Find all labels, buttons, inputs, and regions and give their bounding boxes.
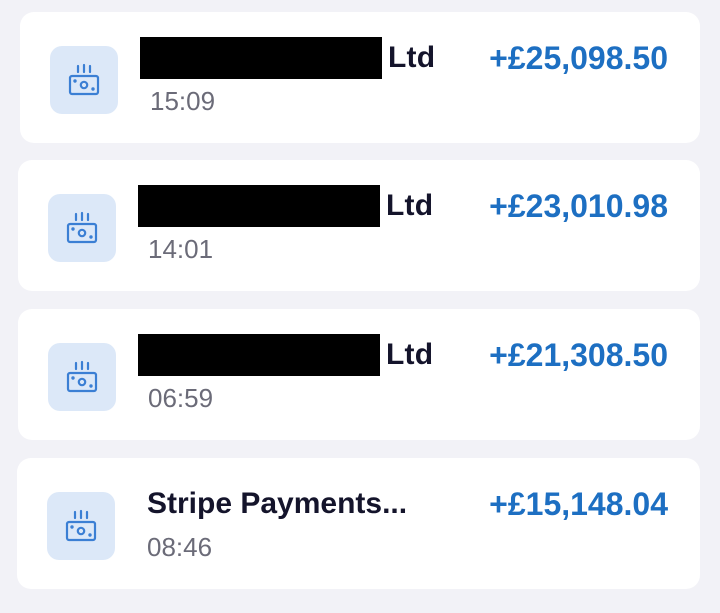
transaction-amount: +£21,308.50: [489, 337, 668, 373]
transaction-time: 15:09: [150, 86, 216, 116]
name-suffix: Ltd: [386, 338, 434, 371]
transaction-card[interactable]: Ltd +£21,308.50 06:59: [18, 309, 700, 440]
cash-icon: [50, 46, 118, 114]
transaction-name: Ltd: [138, 333, 433, 377]
transaction-name: Ltd: [138, 184, 433, 228]
transaction-time: 14:01: [148, 234, 214, 264]
transaction-name: Stripe Payments...: [137, 482, 407, 526]
cash-icon: [48, 343, 116, 411]
transaction-card[interactable]: Ltd +£23,010.98 14:01: [18, 160, 700, 291]
transaction-amount: +£23,010.98: [489, 188, 668, 224]
redaction-bar: [138, 185, 380, 227]
redaction-bar: [138, 334, 380, 376]
transaction-card[interactable]: Stripe Payments... +£15,148.04 08:46: [17, 458, 700, 589]
redaction-bar: [140, 37, 382, 79]
merchant-name: Stripe Payments...: [147, 487, 408, 520]
cash-icon: [47, 492, 115, 560]
transaction-name: Ltd: [140, 36, 435, 80]
transaction-amount: +£25,098.50: [489, 40, 668, 76]
transaction-amount: +£15,148.04: [489, 486, 668, 522]
transaction-time: 08:46: [147, 532, 213, 562]
name-suffix: Ltd: [386, 189, 434, 222]
cash-icon: [48, 194, 116, 262]
transaction-card[interactable]: Ltd +£25,098.50 15:09: [20, 12, 700, 143]
transaction-time: 06:59: [148, 383, 214, 413]
name-suffix: Ltd: [388, 41, 436, 74]
